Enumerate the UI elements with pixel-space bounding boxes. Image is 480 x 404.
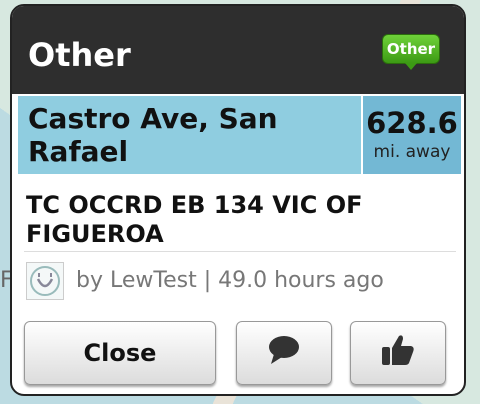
like-button[interactable]: [350, 321, 446, 385]
thumbs-up-icon: [380, 333, 416, 373]
distance-value: 628.6: [366, 105, 458, 140]
distance-unit: mi. away: [373, 141, 451, 162]
smiley-avatar-icon: [26, 262, 64, 300]
alert-dialog: Other Other Castro Ave, San Rafael 628.6…: [10, 4, 466, 396]
distance-box: 628.6 mi. away: [361, 96, 461, 174]
comment-button[interactable]: [236, 321, 332, 385]
location-bar: Castro Ave, San Rafael 628.6 mi. away: [18, 96, 461, 174]
dialog-header: Other Other: [12, 6, 464, 94]
close-button[interactable]: Close: [24, 321, 216, 385]
byline: by LewTest | 49.0 hours ago: [76, 268, 384, 293]
speech-bubble-icon: [266, 334, 302, 372]
dialog-title: Other: [28, 36, 131, 74]
category-badge: Other: [382, 34, 440, 70]
location-name: Castro Ave, San Rafael: [18, 96, 361, 174]
alert-description: TC OCCRD EB 134 VIC OF FIGUEROA: [26, 191, 363, 248]
divider: [24, 251, 456, 252]
